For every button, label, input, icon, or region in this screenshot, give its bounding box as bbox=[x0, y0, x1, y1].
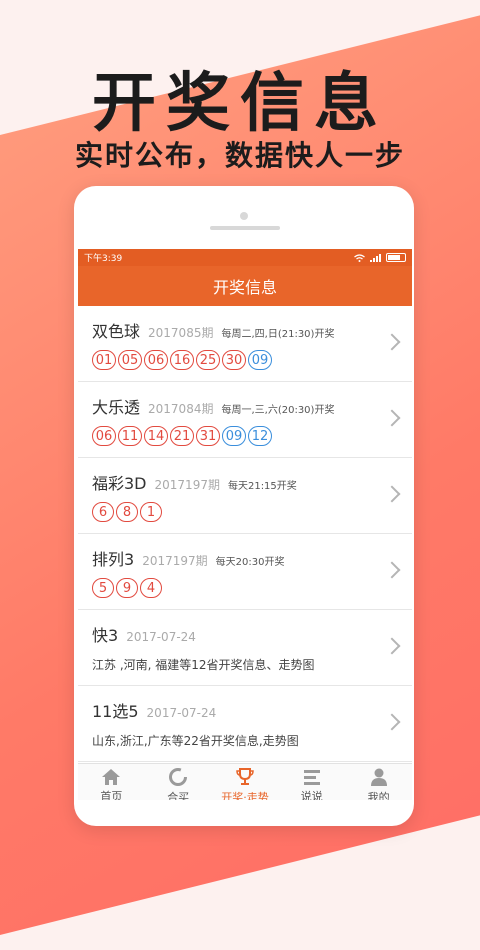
app-bar-title: 开奖信息 bbox=[212, 278, 277, 297]
lottery-issue: 2017085期 bbox=[148, 326, 214, 340]
draw-numbers: 06 11 14 21 31 09 12 bbox=[92, 426, 412, 446]
lottery-row-ssq[interactable]: 双色球 2017085期 每周二,四,日(21:30)开奖 01 05 06 1… bbox=[78, 306, 412, 382]
tab-label: 开奖·走势 bbox=[221, 791, 269, 800]
blue-ball: 09 bbox=[222, 426, 246, 446]
lottery-name: 快3 bbox=[92, 626, 119, 645]
red-ball: 25 bbox=[196, 350, 220, 370]
red-ball: 30 bbox=[222, 350, 246, 370]
blue-ball: 12 bbox=[248, 426, 272, 446]
lottery-list: 双色球 2017085期 每周二,四,日(21:30)开奖 01 05 06 1… bbox=[78, 306, 412, 762]
phone-camera bbox=[240, 212, 248, 220]
tab-posts[interactable]: 说说 bbox=[278, 764, 345, 800]
lottery-row-11x5[interactable]: 11选5 2017-07-24 山东,浙江,广东等22省开奖信息,走势图 bbox=[78, 686, 412, 762]
tab-label: 说说 bbox=[300, 790, 323, 800]
red-ball: 6 bbox=[92, 502, 114, 522]
red-ball: 1 bbox=[140, 502, 162, 522]
bottom-tab-bar: 首页 合买 开奖·走势 说说 我的 bbox=[78, 763, 412, 800]
phone-speaker bbox=[210, 226, 280, 230]
red-ball: 05 bbox=[118, 350, 142, 370]
tab-label: 合买 bbox=[167, 791, 190, 800]
user-icon bbox=[369, 767, 389, 787]
lottery-schedule: 每天20:30开奖 bbox=[215, 557, 285, 568]
lottery-row-dlt[interactable]: 大乐透 2017084期 每周一,三,六(20:30)开奖 06 11 14 2… bbox=[78, 382, 412, 458]
status-time: 下午3:39 bbox=[84, 254, 123, 264]
red-ball: 9 bbox=[116, 578, 138, 598]
battery-icon bbox=[386, 253, 406, 262]
tab-home[interactable]: 首页 bbox=[78, 764, 145, 800]
list-icon bbox=[302, 767, 322, 786]
lottery-name: 大乐透 bbox=[92, 398, 141, 417]
app-bar: 开奖信息 bbox=[78, 266, 412, 306]
home-icon bbox=[101, 767, 121, 786]
ring-icon bbox=[168, 767, 188, 787]
draw-numbers: 5 9 4 bbox=[92, 578, 412, 598]
lottery-name: 11选5 bbox=[92, 702, 139, 721]
red-ball: 16 bbox=[170, 350, 194, 370]
lottery-schedule: 每周一,三,六(20:30)开奖 bbox=[221, 405, 335, 416]
tab-group-buy[interactable]: 合买 bbox=[145, 764, 212, 800]
lottery-issue: 2017197期 bbox=[154, 478, 220, 492]
draw-numbers: 01 05 06 16 25 30 09 bbox=[92, 350, 412, 370]
red-ball: 14 bbox=[144, 426, 168, 446]
red-ball: 8 bbox=[116, 502, 138, 522]
lottery-description: 山东,浙江,广东等22省开奖信息,走势图 bbox=[92, 734, 299, 748]
draw-numbers: 6 8 1 bbox=[92, 502, 412, 522]
tab-draw-trend[interactable]: 开奖·走势 bbox=[212, 764, 279, 800]
red-ball: 06 bbox=[92, 426, 116, 446]
lottery-name: 排列3 bbox=[92, 550, 135, 569]
lottery-row-3d[interactable]: 福彩3D 2017197期 每天21:15开奖 6 8 1 bbox=[78, 458, 412, 534]
status-bar: 下午3:39 bbox=[78, 249, 412, 266]
red-ball: 4 bbox=[140, 578, 162, 598]
tab-label: 我的 bbox=[367, 791, 390, 800]
lottery-name: 双色球 bbox=[92, 322, 141, 341]
lottery-issue: 2017084期 bbox=[148, 402, 214, 416]
lottery-row-pl3[interactable]: 排列3 2017197期 每天20:30开奖 5 9 4 bbox=[78, 534, 412, 610]
red-ball: 01 bbox=[92, 350, 116, 370]
tab-label: 首页 bbox=[100, 790, 123, 800]
lottery-name: 福彩3D bbox=[92, 474, 147, 493]
lottery-date: 2017-07-24 bbox=[126, 630, 196, 644]
red-ball: 21 bbox=[170, 426, 194, 446]
lottery-row-k3[interactable]: 快3 2017-07-24 江苏 ,河南, 福建等12省开奖信息、走势图 bbox=[78, 610, 412, 686]
lottery-date: 2017-07-24 bbox=[146, 706, 217, 720]
trophy-icon bbox=[235, 767, 255, 787]
lottery-issue: 2017197期 bbox=[142, 554, 208, 568]
status-icons bbox=[354, 253, 406, 262]
lottery-description: 江苏 ,河南, 福建等12省开奖信息、走势图 bbox=[92, 658, 315, 672]
lottery-schedule: 每周二,四,日(21:30)开奖 bbox=[221, 329, 335, 340]
blue-ball: 09 bbox=[248, 350, 272, 370]
signal-icon bbox=[370, 253, 381, 262]
tab-mine[interactable]: 我的 bbox=[345, 764, 412, 800]
promo-title: 开奖信息 bbox=[92, 67, 388, 141]
red-ball: 31 bbox=[196, 426, 220, 446]
lottery-schedule: 每天21:15开奖 bbox=[227, 481, 297, 492]
red-ball: 5 bbox=[92, 578, 114, 598]
red-ball: 06 bbox=[144, 350, 168, 370]
app-screen: 下午3:39 开奖信息 双色球 2017085期 每周二,四,日(21:30)开… bbox=[78, 249, 412, 800]
red-ball: 11 bbox=[118, 426, 142, 446]
wifi-icon bbox=[354, 253, 365, 262]
promo-subtitle: 实时公布，数据快人一步 bbox=[74, 139, 405, 172]
